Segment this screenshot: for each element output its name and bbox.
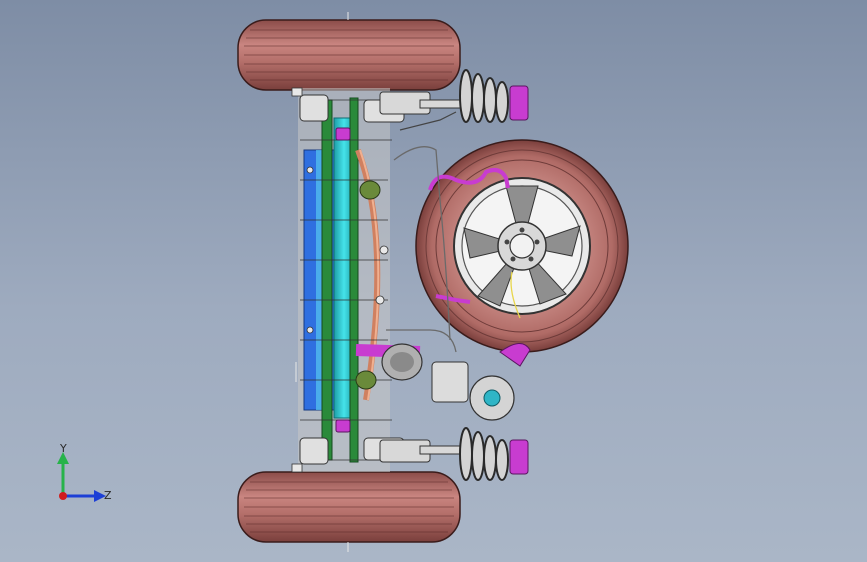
front-coil-spring [459,69,509,123]
cad-viewport[interactable] [0,0,867,562]
rear-left-tire [237,471,461,543]
coordinate-triad: Y Z [57,442,112,502]
chassis-frame [298,88,405,472]
rear-coil-spring [459,427,509,481]
z-axis-label: Z [104,489,112,502]
y-axis-label: Y [59,442,67,455]
spare-tire [415,139,629,353]
x-axis-dot [59,492,67,500]
front-left-tire [237,19,461,91]
